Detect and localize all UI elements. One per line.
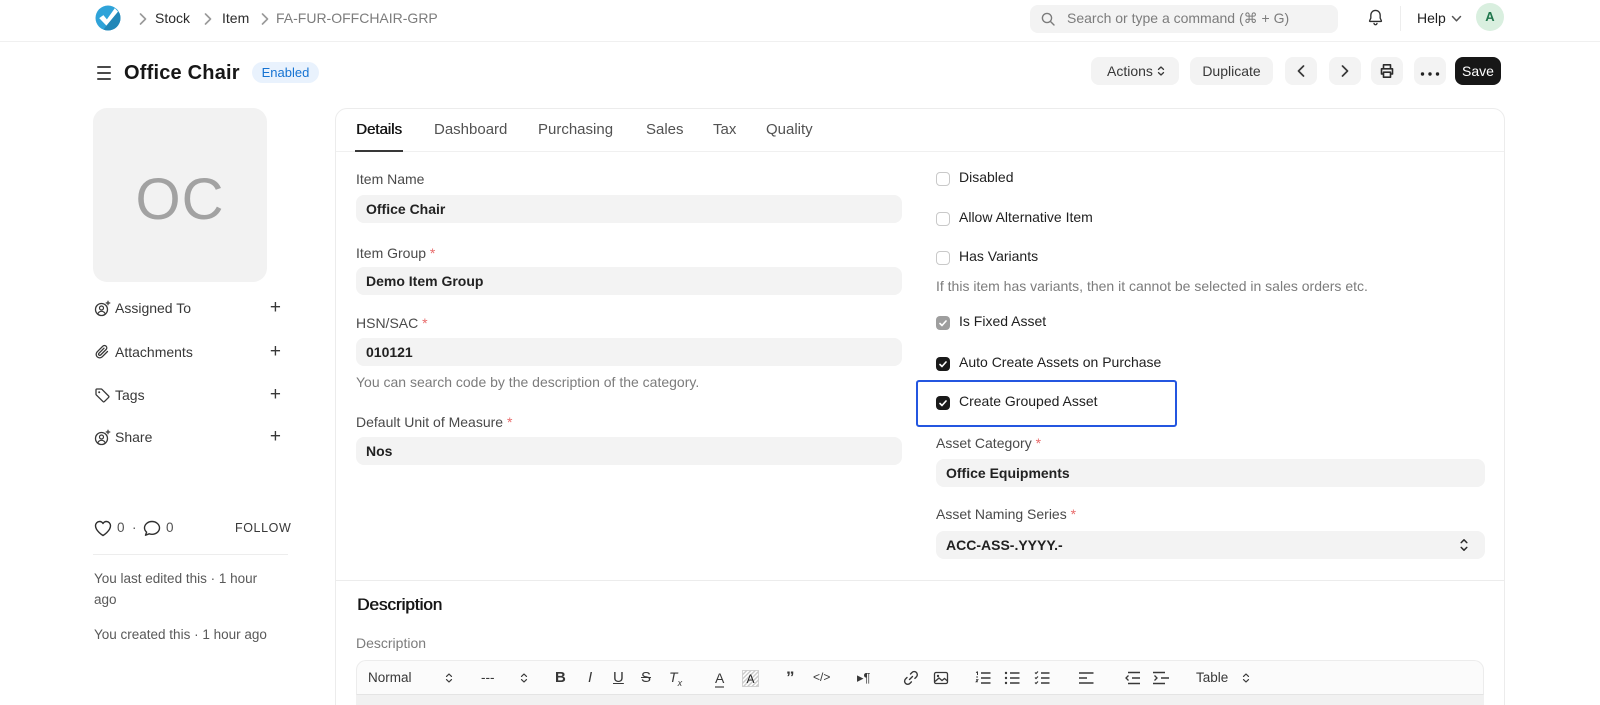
- svg-text:A: A: [746, 672, 754, 686]
